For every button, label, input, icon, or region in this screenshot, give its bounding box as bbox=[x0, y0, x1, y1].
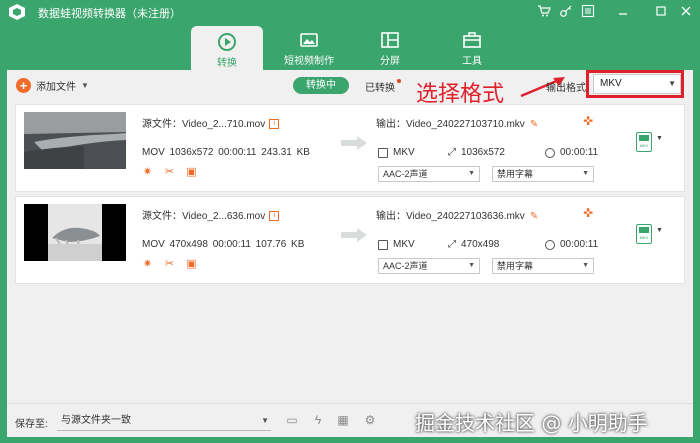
audio-track-select[interactable]: AAC-2声道 ▼ bbox=[378, 258, 480, 274]
split-icon[interactable]: ✜ bbox=[583, 206, 593, 220]
key-icon[interactable] bbox=[558, 4, 574, 20]
split-icon[interactable]: ✜ bbox=[583, 114, 593, 128]
tab-converting[interactable]: 转换中 bbox=[293, 77, 349, 94]
edit-tools: ✷ ✂ ▣ bbox=[142, 167, 197, 178]
output-duration-info: 00:00:11 bbox=[545, 239, 598, 250]
chevron-down-icon[interactable]: ▼ bbox=[656, 227, 663, 234]
tab-short-video[interactable]: 短视频制作 bbox=[273, 24, 345, 70]
add-file-label: 添加文件 bbox=[36, 81, 76, 93]
hardware-accel-off-icon[interactable]: ϟ bbox=[311, 413, 325, 427]
gpu-off-icon[interactable]: ▦ bbox=[336, 413, 350, 427]
save-to-select[interactable]: 与源文件夹一致 ▼ bbox=[57, 411, 271, 431]
toolbox-icon bbox=[463, 32, 481, 48]
subtitle-select[interactable]: 禁用字幕 ▼ bbox=[492, 166, 594, 182]
audio-track-select[interactable]: AAC-2声道 ▼ bbox=[378, 166, 480, 182]
title-bar: 数据蛙视频转换器（未注册） bbox=[0, 0, 700, 24]
folder-icon[interactable]: ▭ bbox=[285, 413, 299, 427]
tab-converted[interactable]: 已转换 bbox=[365, 79, 401, 94]
cut-icon[interactable]: ✂ bbox=[164, 167, 175, 178]
cart-icon[interactable] bbox=[536, 4, 552, 20]
save-to-label: 保存至: bbox=[15, 419, 48, 430]
tab-tools[interactable]: 工具 bbox=[436, 24, 508, 70]
tab-convert[interactable]: 转换 bbox=[191, 26, 263, 71]
edit-video-icon[interactable]: ▣ bbox=[186, 259, 197, 270]
main-panel: + 添加文件 ▼ 转换中 已转换 选择格式 输出格式: MKV ▼ 源文件：Vi… bbox=[7, 70, 693, 437]
convert-icon bbox=[218, 33, 236, 51]
resize-icon: ⤢ bbox=[448, 147, 456, 158]
chevron-down-icon: ▼ bbox=[582, 262, 589, 269]
clock-icon bbox=[545, 147, 555, 158]
output-format-badge-icon[interactable]: MKV bbox=[636, 224, 652, 244]
cut-icon[interactable]: ✂ bbox=[164, 259, 175, 270]
short-video-icon bbox=[300, 33, 318, 47]
clock-icon bbox=[545, 239, 555, 250]
minimize-icon[interactable] bbox=[615, 4, 631, 20]
chevron-down-icon[interactable]: ▼ bbox=[81, 81, 89, 90]
edit-tools: ✷ ✂ ▣ bbox=[142, 259, 197, 270]
tab-short-video-label: 短视频制作 bbox=[284, 56, 334, 67]
convert-arrow-icon bbox=[341, 228, 367, 242]
close-icon[interactable] bbox=[678, 4, 694, 20]
chevron-down-icon: ▼ bbox=[468, 170, 475, 177]
output-format-info: MKV bbox=[378, 239, 415, 250]
source-file-meta: MOV 1036x572 00:00:11 243.31 KB bbox=[142, 147, 310, 158]
file-item: 源文件：Video_2...710.mov i MOV 1036x572 00:0… bbox=[15, 104, 685, 192]
video-format-icon bbox=[378, 239, 388, 250]
tab-tools-label: 工具 bbox=[462, 56, 482, 67]
maximize-icon[interactable] bbox=[653, 4, 669, 20]
output-file-name: 输出：Video_240227103636.mkv ✎ bbox=[376, 211, 539, 222]
info-icon[interactable]: i bbox=[269, 211, 280, 222]
video-thumbnail[interactable] bbox=[24, 112, 126, 169]
edit-video-icon[interactable]: ▣ bbox=[186, 167, 197, 178]
bottom-bar: 保存至: 与源文件夹一致 ▼ ▭ ϟ ▦ ⚙ 掘金技术社区 @ 小明助手 bbox=[7, 403, 693, 437]
notification-dot bbox=[397, 79, 401, 83]
chevron-down-icon: ▼ bbox=[468, 262, 475, 269]
video-format-icon bbox=[378, 147, 388, 158]
toolbar: + 添加文件 ▼ 转换中 已转换 选择格式 输出格式: MKV ▼ bbox=[7, 70, 693, 107]
tab-split-screen[interactable]: 分屏 bbox=[354, 24, 426, 70]
output-format-info: MKV bbox=[378, 147, 415, 158]
tab-convert-label: 转换 bbox=[217, 58, 237, 69]
output-format-label: 输出格式: bbox=[546, 83, 589, 94]
convert-arrow-icon bbox=[341, 136, 367, 150]
output-duration-info: 00:00:11 bbox=[545, 147, 598, 158]
video-thumbnail[interactable] bbox=[24, 204, 126, 261]
menu-icon[interactable] bbox=[580, 4, 596, 20]
pencil-icon[interactable]: ✎ bbox=[530, 211, 538, 222]
output-resolution-info: ⤢ 1036x572 bbox=[448, 147, 505, 158]
chevron-down-icon[interactable]: ▼ bbox=[656, 135, 663, 142]
app-logo-icon bbox=[9, 4, 25, 20]
watermark: 掘金技术社区 @ 小明助手 bbox=[415, 411, 648, 435]
pencil-icon[interactable]: ✎ bbox=[530, 119, 538, 130]
subtitle-select[interactable]: 禁用字幕 ▼ bbox=[492, 258, 594, 274]
add-icon: + bbox=[16, 77, 31, 93]
tab-converted-label: 已转换 bbox=[365, 83, 395, 94]
settings-icon[interactable]: ⚙ bbox=[363, 413, 377, 427]
source-file-name: 源文件：Video_2...636.mov i bbox=[142, 207, 280, 222]
output-format-badge-icon[interactable]: MKV bbox=[636, 132, 652, 152]
main-nav: 转换 短视频制作 分屏 工具 bbox=[0, 24, 700, 71]
add-file-button[interactable]: + 添加文件 ▼ bbox=[16, 76, 89, 94]
enhance-icon[interactable]: ✷ bbox=[142, 259, 153, 270]
source-file-meta: MOV 470x498 00:00:11 107.76 KB bbox=[142, 239, 305, 250]
enhance-icon[interactable]: ✷ bbox=[142, 167, 153, 178]
output-resolution-info: ⤢ 470x498 bbox=[448, 239, 500, 250]
file-item: 源文件：Video_2...636.mov i MOV 470x498 00:00… bbox=[15, 196, 685, 284]
info-icon[interactable]: i bbox=[269, 119, 280, 130]
split-screen-icon bbox=[381, 32, 399, 48]
resize-icon: ⤢ bbox=[448, 239, 456, 250]
tab-split-screen-label: 分屏 bbox=[380, 56, 400, 67]
source-file-name: 源文件：Video_2...710.mov i bbox=[142, 115, 280, 130]
annotation-highlight-box bbox=[586, 70, 684, 98]
output-file-name: 输出：Video_240227103710.mkv ✎ bbox=[376, 119, 539, 130]
chevron-down-icon: ▼ bbox=[261, 416, 269, 425]
window-title: 数据蛙视频转换器（未注册） bbox=[38, 8, 181, 20]
chevron-down-icon: ▼ bbox=[582, 170, 589, 177]
